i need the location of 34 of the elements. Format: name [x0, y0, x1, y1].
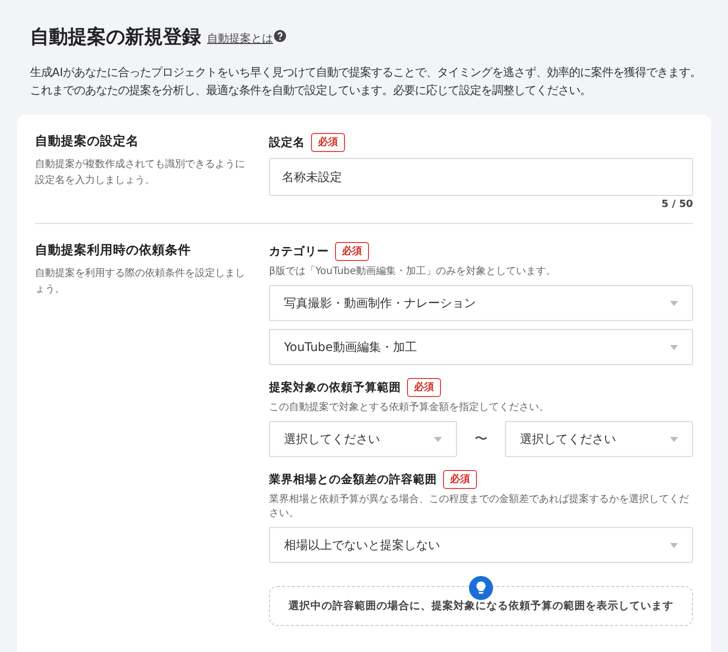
dropdown[interactable]: 写真撮影・動画制作・ナレーション: [269, 285, 693, 321]
required-badge: 必須: [443, 470, 477, 489]
character-counter: 5 / 50: [662, 199, 693, 210]
field-hint: β版では「YouTube動画編集・加工」のみを対象としています。: [269, 265, 558, 279]
caret-icon: [670, 344, 678, 350]
field-label: カテゴリー: [269, 244, 329, 259]
field-label: 提案対象の依頼予算範囲: [269, 380, 401, 395]
page-description: 生成AIがあなたに合ったプロジェクトをいち早く見つけて自動で提案することで、タイミングを逃さず、効率的に案件を獲得できます。これまでのあなたの提案を分析し、最適な条件を自動で設定しています。必要に応じて設定を調整してください。: [30, 65, 702, 99]
field-label: 設定名: [269, 135, 305, 150]
name-input[interactable]: 名称未設定: [269, 158, 693, 196]
help-link[interactable]: 自動提案とは: [207, 31, 273, 46]
caret-icon: [670, 436, 678, 442]
section-description: 自動提案が複数作成されても識別できるように設定名を入力しましょう。: [35, 158, 246, 188]
section-description: 自動提案を利用する際の依頼条件を設定しましょう。: [35, 266, 246, 297]
section-title: 自動提案利用時の依頼条件: [35, 242, 192, 259]
field-hint: 業界相場と依頼予算が異なる場合、この程度までの金額差であれば提案するかを選択してください。: [269, 493, 690, 521]
dropdown[interactable]: YouTube動画編集・加工: [269, 329, 693, 365]
field-hint: この自動提案で対象とする依頼予算金額を指定してください。: [269, 401, 550, 415]
required-badge: 必須: [311, 133, 345, 152]
page-title: 自動提案の新規登録: [30, 25, 201, 50]
caret-icon: [670, 300, 678, 306]
required-badge: 必須: [407, 378, 441, 397]
required-badge: 必須: [335, 242, 369, 261]
lightbulb-icon: [469, 576, 493, 600]
caret-icon: [434, 436, 442, 442]
dropdown[interactable]: 選択してください: [269, 421, 457, 457]
section-title: 自動提案の設定名: [35, 133, 140, 150]
info-text: 選択中の許容範囲の場合に、提案対象になる依頼予算の範囲を表示しています: [288, 599, 674, 613]
field-label: 業界相場との金額差の許容範囲: [269, 472, 437, 487]
range-separator: 〜: [474, 431, 488, 448]
help-icon[interactable]: [274, 30, 286, 42]
dropdown[interactable]: 相場以上でないと提案しない: [269, 527, 693, 563]
dropdown[interactable]: 選択してください: [505, 421, 693, 457]
caret-icon: [670, 542, 678, 548]
